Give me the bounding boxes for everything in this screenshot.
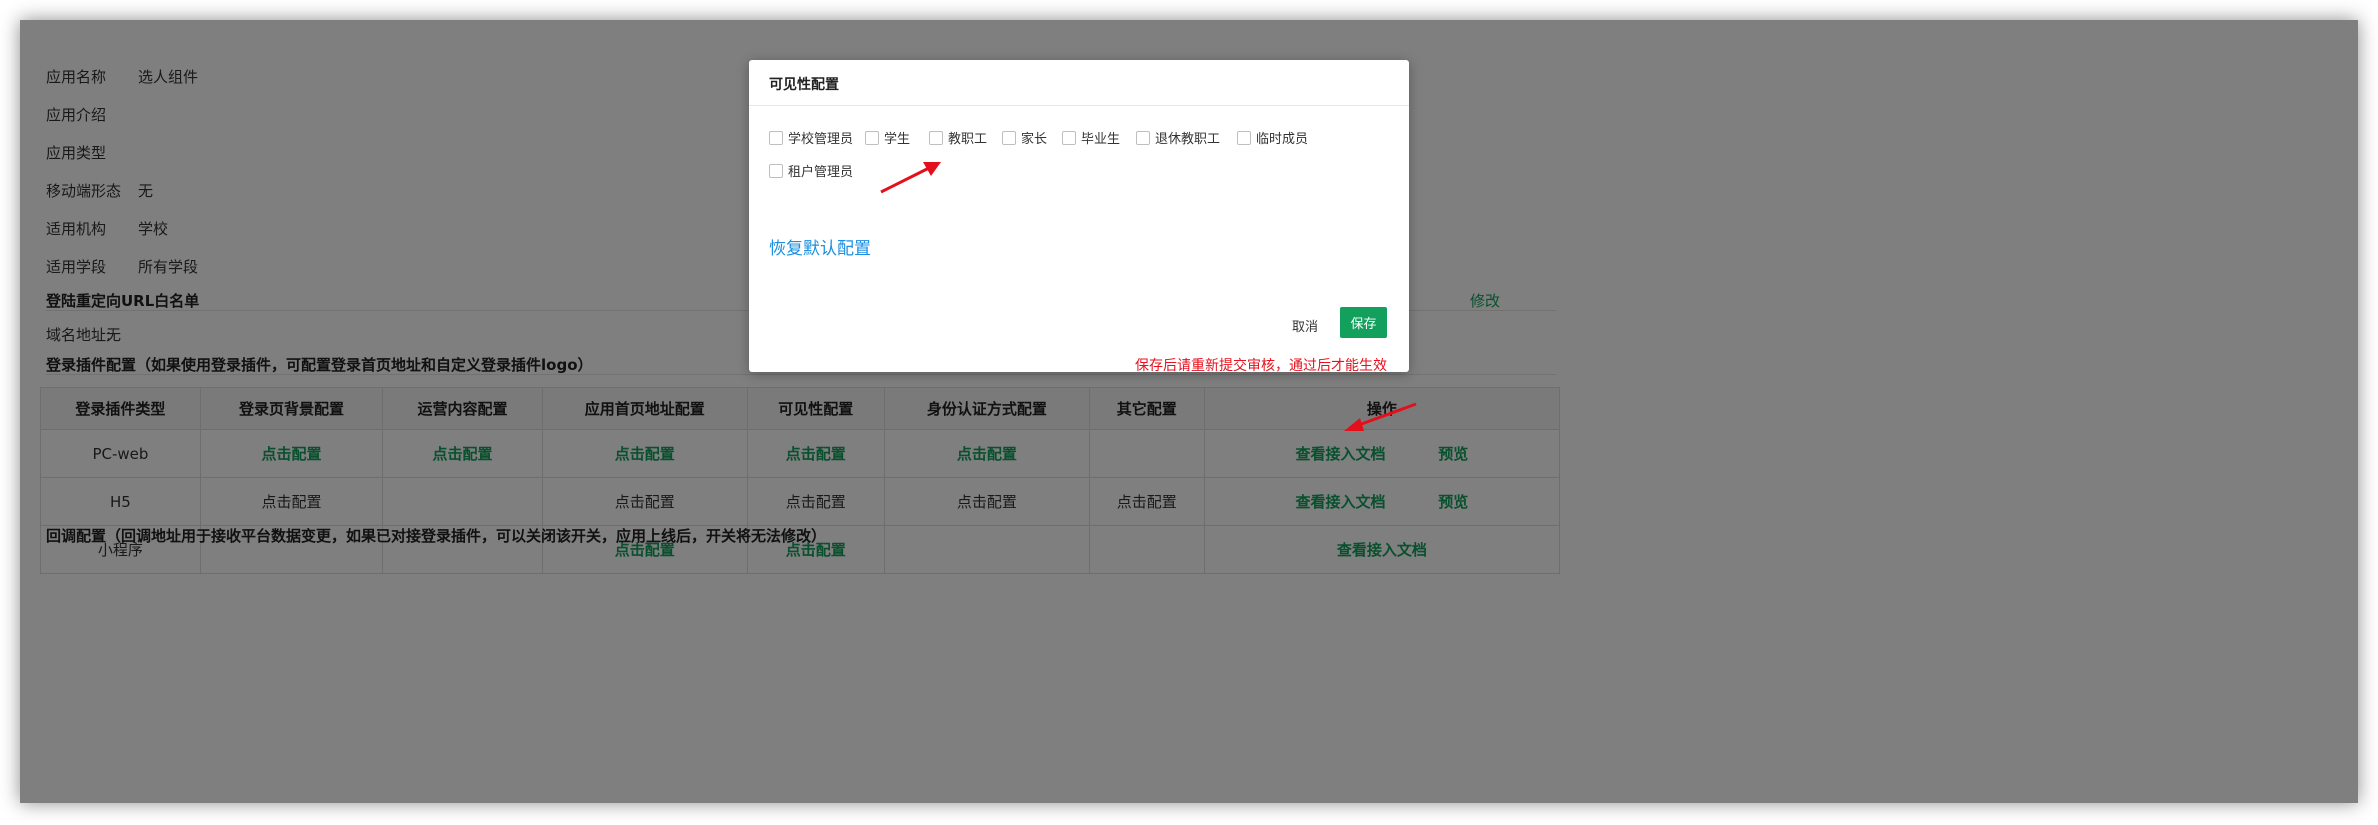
visibility-config-dialog: 可见性配置 学校管理员 学生 教职工 家长 毕业生 退休教职工 临时成员 租户管… [749, 60, 1409, 374]
annotation-arrow-icon [880, 162, 941, 194]
checkbox-box[interactable] [1002, 130, 1016, 145]
cancel-button[interactable]: 取消 [1284, 310, 1326, 340]
checkbox-graduate[interactable]: 毕业生 [1062, 128, 1120, 147]
checkbox-box[interactable] [1136, 130, 1150, 145]
page-frame: 应用名称 选人组件 应用介绍 应用类型 移动端形态 无 适用机构 学校 适用学段… [20, 20, 2358, 803]
checkbox-box[interactable] [865, 130, 879, 145]
checkbox-box[interactable] [929, 130, 943, 145]
dialog-title: 可见性配置 [769, 77, 839, 93]
checkbox-box[interactable] [1062, 130, 1076, 145]
checkbox-staff[interactable]: 教职工 [929, 128, 987, 147]
checkbox-parent[interactable]: 家长 [1002, 128, 1047, 147]
checkbox-label: 租户管理员 [788, 165, 854, 180]
checkbox-box[interactable] [769, 130, 783, 145]
checkbox-temp-member[interactable]: 临时成员 [1237, 128, 1308, 147]
checkbox-box[interactable] [1237, 130, 1251, 145]
checkbox-label: 退休教职工 [1155, 132, 1221, 147]
save-button[interactable]: 保存 [1340, 307, 1387, 338]
checkbox-label: 学校管理员 [788, 132, 854, 147]
checkbox-box[interactable] [769, 163, 783, 178]
dialog-divider [749, 105, 1409, 106]
checkbox-label: 学生 [884, 132, 911, 147]
checkbox-retired-staff[interactable]: 退休教职工 [1136, 128, 1220, 147]
checkbox-label: 教职工 [948, 132, 988, 147]
checkbox-student[interactable]: 学生 [865, 128, 910, 147]
checkbox-school-admin[interactable]: 学校管理员 [769, 128, 853, 147]
checkbox-tenant-admin[interactable]: 租户管理员 [769, 161, 853, 180]
checkbox-label: 毕业生 [1081, 132, 1121, 147]
restore-default-link[interactable]: 恢复默认配置 [769, 234, 871, 259]
checkbox-label: 家长 [1021, 132, 1048, 147]
checkbox-label: 临时成员 [1256, 132, 1309, 147]
resubmit-warning: 保存后请重新提交审核，通过后才能生效 [1135, 358, 1387, 374]
annotation-arrow-icon [1344, 402, 1417, 431]
